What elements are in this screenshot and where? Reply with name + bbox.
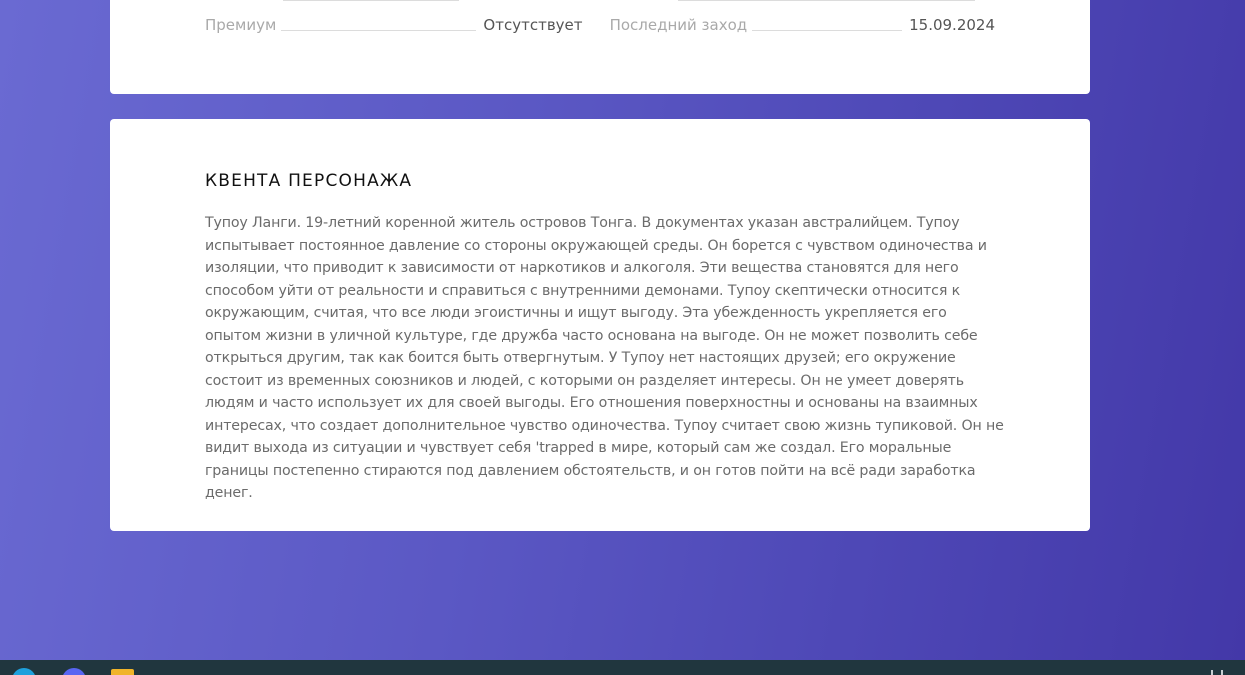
- stat-divider-line: [678, 0, 975, 1]
- last-login-label: Последний заход: [609, 16, 748, 34]
- stat-row: Премиум Отсутствует Последний заход 15.0…: [205, 10, 995, 40]
- stat-divider-line: [281, 29, 477, 31]
- folder-icon[interactable]: [111, 669, 134, 675]
- premium-label: Премиум: [205, 16, 277, 34]
- stat-divider-line: [283, 0, 459, 1]
- character-lore-card: КВЕНТА ПЕРСОНАЖА Тупоу Ланги. 19-летний …: [110, 119, 1090, 531]
- tray-icon: [1211, 670, 1213, 675]
- last-login-value: 15.09.2024: [909, 16, 995, 34]
- taskbar: [0, 660, 1245, 675]
- profile-stats-card: Премиум Отсутствует Последний заход 15.0…: [110, 0, 1090, 94]
- previous-stat-row-partial: [110, 0, 1090, 2]
- system-tray[interactable]: [1211, 670, 1233, 675]
- lore-text: Тупоу Ланги. 19-летний коренной житель о…: [205, 215, 1004, 501]
- lore-title: КВЕНТА ПЕРСОНАЖА: [205, 171, 413, 191]
- premium-value: Отсутствует: [483, 16, 583, 34]
- stat-divider-line: [752, 29, 903, 31]
- browser-icon[interactable]: [12, 668, 36, 675]
- tray-icon: [1221, 670, 1223, 675]
- discord-icon[interactable]: [62, 668, 86, 675]
